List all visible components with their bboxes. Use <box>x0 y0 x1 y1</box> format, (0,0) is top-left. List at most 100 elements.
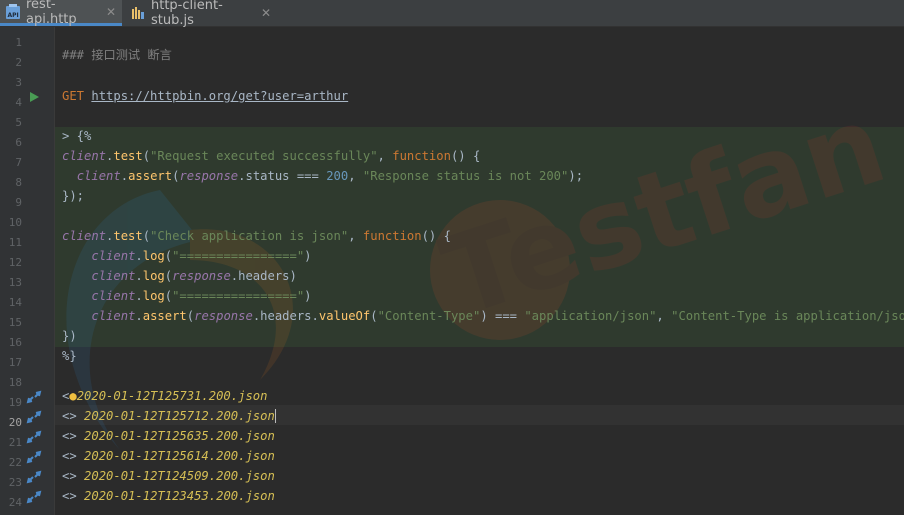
request-url-link[interactable]: https://httpbin.org/get?user=arthur <box>91 89 348 103</box>
response-file-link[interactable]: 2020-01-12T125731.200.json <box>77 389 268 403</box>
token: <> <box>62 429 77 443</box>
line-number: 14 <box>8 296 22 309</box>
line-number: 24 <box>8 496 22 509</box>
response-file-link[interactable]: 2020-01-12T125635.200.json <box>84 429 275 443</box>
line-number: 22 <box>8 456 22 469</box>
editor-tab-bar: API rest-api.http ✕ http-client-stub.js … <box>0 0 904 28</box>
token: "Response status is not 200" <box>362 169 569 183</box>
line-number: 12 <box>8 256 22 269</box>
token: valueOf <box>318 309 371 323</box>
token: ) <box>304 289 312 303</box>
line-number: 13 <box>8 276 22 289</box>
code-line-7[interactable]: client.test("Request executed successful… <box>62 146 480 166</box>
response-file-link[interactable]: 2020-01-12T123453.200.json <box>84 489 275 503</box>
text-cursor <box>274 409 276 423</box>
line-number: 17 <box>8 356 22 369</box>
line-number: 3 <box>15 76 22 89</box>
token: <> <box>62 449 77 463</box>
token: ); <box>568 169 584 183</box>
token: () { <box>421 229 451 243</box>
line-number: 4 <box>15 96 22 109</box>
line-number: 10 <box>8 216 22 229</box>
close-icon[interactable]: ✕ <box>261 6 271 20</box>
token: response <box>179 169 239 183</box>
token: ) <box>304 249 312 263</box>
response-file-line[interactable]: <> 2020-01-12T125614.200.json <box>62 446 275 466</box>
token: test <box>113 229 143 243</box>
token: "Content-Type" <box>377 309 481 323</box>
response-file-line[interactable]: <> 2020-01-12T123453.200.json <box>62 486 275 506</box>
response-file-line[interactable]: <> 2020-01-12T125635.200.json <box>62 426 275 446</box>
line-number: 9 <box>15 196 22 209</box>
token: client <box>91 309 136 323</box>
lightbulb-icon[interactable]: ● <box>69 389 76 403</box>
line-number: 1 <box>15 36 22 49</box>
code-line-12[interactable]: client.log("================") <box>62 246 312 266</box>
line-number: 19 <box>8 396 22 409</box>
response-file-line[interactable]: <●2020-01-12T125731.200.json <box>62 386 267 406</box>
svg-text:API: API <box>8 12 19 19</box>
token: ) <box>289 269 297 283</box>
token: assert <box>128 169 173 183</box>
code-line-8[interactable]: client.assert(response.status === 200, "… <box>62 166 583 186</box>
compare-response-icon[interactable] <box>26 389 42 405</box>
token: client <box>91 289 136 303</box>
code-line-14[interactable]: client.log("================") <box>62 286 312 306</box>
api-file-icon: API <box>6 4 20 19</box>
response-file-line[interactable]: <> 2020-01-12T125712.200.json <box>62 406 276 426</box>
code-line-4[interactable]: GET https://httpbin.org/get?user=arthur <box>62 86 348 106</box>
code-line-11[interactable]: client.test("Check application is json",… <box>62 226 451 246</box>
token: client <box>76 169 121 183</box>
token: response <box>172 269 231 283</box>
token: "================" <box>172 289 305 303</box>
code-line-6[interactable]: > {% <box>62 126 91 146</box>
token: .headers <box>230 269 290 283</box>
token: () { <box>450 149 481 163</box>
response-file-line[interactable]: <> 2020-01-12T124509.200.json <box>62 466 275 486</box>
token: function <box>362 229 422 243</box>
line-number: 8 <box>15 176 22 189</box>
line-number: 11 <box>8 236 22 249</box>
tab-label: rest-api.http <box>26 0 77 27</box>
token: ) === <box>480 309 525 323</box>
token: response <box>194 309 253 323</box>
compare-response-icon[interactable] <box>26 449 42 465</box>
response-file-link[interactable]: 2020-01-12T125712.200.json <box>84 409 275 423</box>
token: <> <box>62 409 77 423</box>
token: assert <box>142 309 187 323</box>
response-file-link[interactable]: 2020-01-12T125614.200.json <box>84 449 275 463</box>
line-number: 15 <box>8 316 22 329</box>
code-line-13[interactable]: client.log(response.headers) <box>62 266 297 286</box>
close-icon[interactable]: ✕ <box>106 5 116 19</box>
line-number: 6 <box>15 136 22 149</box>
token: test <box>113 149 143 163</box>
tab-label: http-client-stub.js <box>151 0 223 28</box>
token: "Request executed successfully" <box>150 149 378 163</box>
line-number: 5 <box>15 116 22 129</box>
code-line-16[interactable]: }) <box>62 326 77 346</box>
token: function <box>392 149 451 163</box>
compare-response-icon[interactable] <box>26 409 42 425</box>
code-line-15[interactable]: client.assert(response.headers.valueOf("… <box>62 306 904 326</box>
code-line-17[interactable]: %} <box>62 346 77 366</box>
token: "================" <box>172 249 305 263</box>
token: "Content-Type is application/json" <box>671 309 904 323</box>
token: client <box>91 249 136 263</box>
run-request-icon[interactable] <box>26 89 42 105</box>
tab-rest-api-http[interactable]: API rest-api.http ✕ <box>0 0 122 27</box>
line-number: 20 <box>8 416 22 429</box>
token: log <box>142 289 165 303</box>
token: client <box>62 229 107 243</box>
code-line-2[interactable]: ### 接口测试 断言 <box>62 45 172 65</box>
compare-response-icon[interactable] <box>26 489 42 505</box>
line-number: 16 <box>8 336 22 349</box>
compare-response-icon[interactable] <box>26 469 42 485</box>
response-file-link[interactable]: 2020-01-12T124509.200.json <box>84 469 275 483</box>
token: client <box>91 269 136 283</box>
compare-response-icon[interactable] <box>26 429 42 445</box>
tab-http-client-stub-js[interactable]: http-client-stub.js ✕ <box>125 0 277 28</box>
line-number: 23 <box>8 476 22 489</box>
line-number: 2 <box>15 56 22 69</box>
code-line-9[interactable]: }); <box>62 186 84 206</box>
js-stub-icon <box>131 6 145 20</box>
